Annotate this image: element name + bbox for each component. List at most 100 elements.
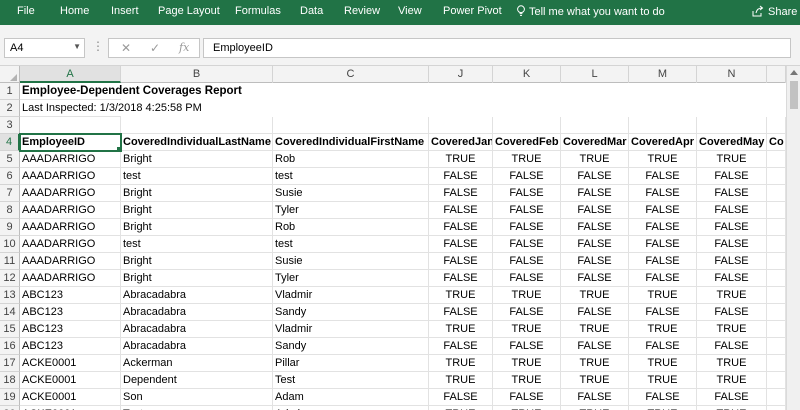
table-cell[interactable]: TRUE <box>697 287 767 304</box>
table-cell[interactable]: FALSE <box>561 253 629 270</box>
table-cell[interactable]: FALSE <box>561 236 629 253</box>
vertical-scrollbar[interactable] <box>786 66 800 410</box>
table-cell[interactable]: FALSE <box>429 202 493 219</box>
table-cell[interactable]: Abracadabra <box>121 304 273 321</box>
table-cell[interactable]: AAADARRIGO <box>20 236 121 253</box>
cell[interactable] <box>697 117 767 134</box>
table-cell[interactable]: Bright <box>121 270 273 287</box>
column-header-m[interactable]: M <box>629 66 697 83</box>
row-header[interactable]: 10 <box>0 236 20 253</box>
column-header-k[interactable]: K <box>493 66 561 83</box>
header-cell[interactable]: CoveredIndividualFirstName <box>273 134 429 151</box>
table-cell[interactable]: FALSE <box>629 185 697 202</box>
row-header[interactable]: 5 <box>0 151 20 168</box>
table-cell[interactable]: TRUE <box>697 372 767 389</box>
table-cell[interactable]: FALSE <box>697 304 767 321</box>
header-cell[interactable]: CoveredMar <box>561 134 629 151</box>
table-cell[interactable]: ACKE0001 <box>20 355 121 372</box>
table-cell[interactable]: FALSE <box>697 185 767 202</box>
table-cell[interactable]: FALSE <box>561 304 629 321</box>
table-cell[interactable]: Adam <box>273 389 429 406</box>
table-cell[interactable]: FALSE <box>493 202 561 219</box>
row-header[interactable]: 18 <box>0 372 20 389</box>
table-cell[interactable]: FALSE <box>429 270 493 287</box>
row-header[interactable]: 1 <box>0 83 20 100</box>
tell-me-search[interactable]: Tell me what you want to do <box>516 5 665 18</box>
row-header[interactable]: 2 <box>0 100 20 117</box>
cell[interactable] <box>121 117 273 134</box>
table-cell[interactable]: TRUE <box>429 321 493 338</box>
table-cell[interactable]: FALSE <box>561 270 629 287</box>
table-cell[interactable]: AAADARRIGO <box>20 202 121 219</box>
row-header[interactable]: 3 <box>0 117 20 134</box>
table-cell[interactable]: Bright <box>121 202 273 219</box>
table-cell[interactable]: FALSE <box>429 236 493 253</box>
row-header[interactable]: 14 <box>0 304 20 321</box>
scroll-up-icon[interactable] <box>790 70 798 75</box>
table-cell[interactable] <box>767 406 786 410</box>
table-cell[interactable]: Son <box>121 389 273 406</box>
table-cell[interactable]: Dependent <box>121 372 273 389</box>
table-cell[interactable] <box>767 253 786 270</box>
table-cell[interactable]: FALSE <box>493 253 561 270</box>
table-cell[interactable]: ABC123 <box>20 287 121 304</box>
table-cell[interactable]: FALSE <box>561 185 629 202</box>
table-cell[interactable]: FALSE <box>629 338 697 355</box>
table-cell[interactable]: Vladmir <box>273 321 429 338</box>
cell[interactable] <box>629 117 697 134</box>
table-cell[interactable] <box>767 321 786 338</box>
table-cell[interactable]: FALSE <box>429 219 493 236</box>
table-cell[interactable]: TRUE <box>561 406 629 410</box>
column-header-b[interactable]: B <box>121 66 273 83</box>
table-cell[interactable]: TRUE <box>429 372 493 389</box>
table-cell[interactable]: AAADARRIGO <box>20 151 121 168</box>
table-cell[interactable]: FALSE <box>629 219 697 236</box>
table-cell[interactable]: FALSE <box>629 389 697 406</box>
table-cell[interactable]: TRUE <box>561 287 629 304</box>
table-cell[interactable]: FALSE <box>493 270 561 287</box>
table-cell[interactable]: FALSE <box>697 338 767 355</box>
table-cell[interactable]: TRUE <box>493 406 561 410</box>
table-cell[interactable]: test <box>121 236 273 253</box>
table-cell[interactable]: ACKE0001 <box>20 372 121 389</box>
table-cell[interactable]: Admin <box>273 406 429 410</box>
row-header[interactable]: 16 <box>0 338 20 355</box>
table-cell[interactable]: Bright <box>121 185 273 202</box>
row-header[interactable]: 15 <box>0 321 20 338</box>
table-cell[interactable]: FALSE <box>493 236 561 253</box>
table-cell[interactable]: TRUE <box>429 151 493 168</box>
table-cell[interactable]: Sandy <box>273 304 429 321</box>
table-cell[interactable]: FALSE <box>493 219 561 236</box>
enter-icon[interactable]: ✓ <box>150 41 160 55</box>
table-cell[interactable]: FALSE <box>629 270 697 287</box>
last-inspected[interactable]: Last Inspected: 1/3/2018 4:25:58 PM <box>20 100 202 117</box>
table-cell[interactable]: Rob <box>273 219 429 236</box>
table-cell[interactable]: FALSE <box>429 389 493 406</box>
select-all-button[interactable] <box>0 66 20 83</box>
table-cell[interactable]: FALSE <box>561 202 629 219</box>
table-cell[interactable]: TRUE <box>561 372 629 389</box>
row-header[interactable]: 11 <box>0 253 20 270</box>
tab-view[interactable]: View <box>398 5 422 17</box>
table-cell[interactable]: test <box>121 168 273 185</box>
table-cell[interactable]: TRUE <box>697 355 767 372</box>
table-cell[interactable]: FALSE <box>629 304 697 321</box>
header-cell[interactable]: CoveredFeb <box>493 134 561 151</box>
table-cell[interactable]: Abracadabra <box>121 338 273 355</box>
table-cell[interactable]: FALSE <box>697 270 767 287</box>
table-cell[interactable]: TRUE <box>561 151 629 168</box>
table-cell[interactable]: test <box>273 168 429 185</box>
table-cell[interactable]: FALSE <box>429 338 493 355</box>
table-cell[interactable] <box>767 338 786 355</box>
table-cell[interactable] <box>767 236 786 253</box>
table-cell[interactable] <box>767 389 786 406</box>
header-cell-employeeid[interactable]: EmployeeID <box>19 133 122 152</box>
table-cell[interactable] <box>767 168 786 185</box>
column-header-o[interactable] <box>767 66 786 83</box>
table-cell[interactable]: FALSE <box>561 338 629 355</box>
table-cell[interactable]: FALSE <box>629 168 697 185</box>
chevron-down-icon[interactable]: ▼ <box>73 42 81 51</box>
insert-function-icon[interactable]: fx <box>179 41 189 54</box>
row-header[interactable]: 13 <box>0 287 20 304</box>
table-cell[interactable]: ABC123 <box>20 321 121 338</box>
